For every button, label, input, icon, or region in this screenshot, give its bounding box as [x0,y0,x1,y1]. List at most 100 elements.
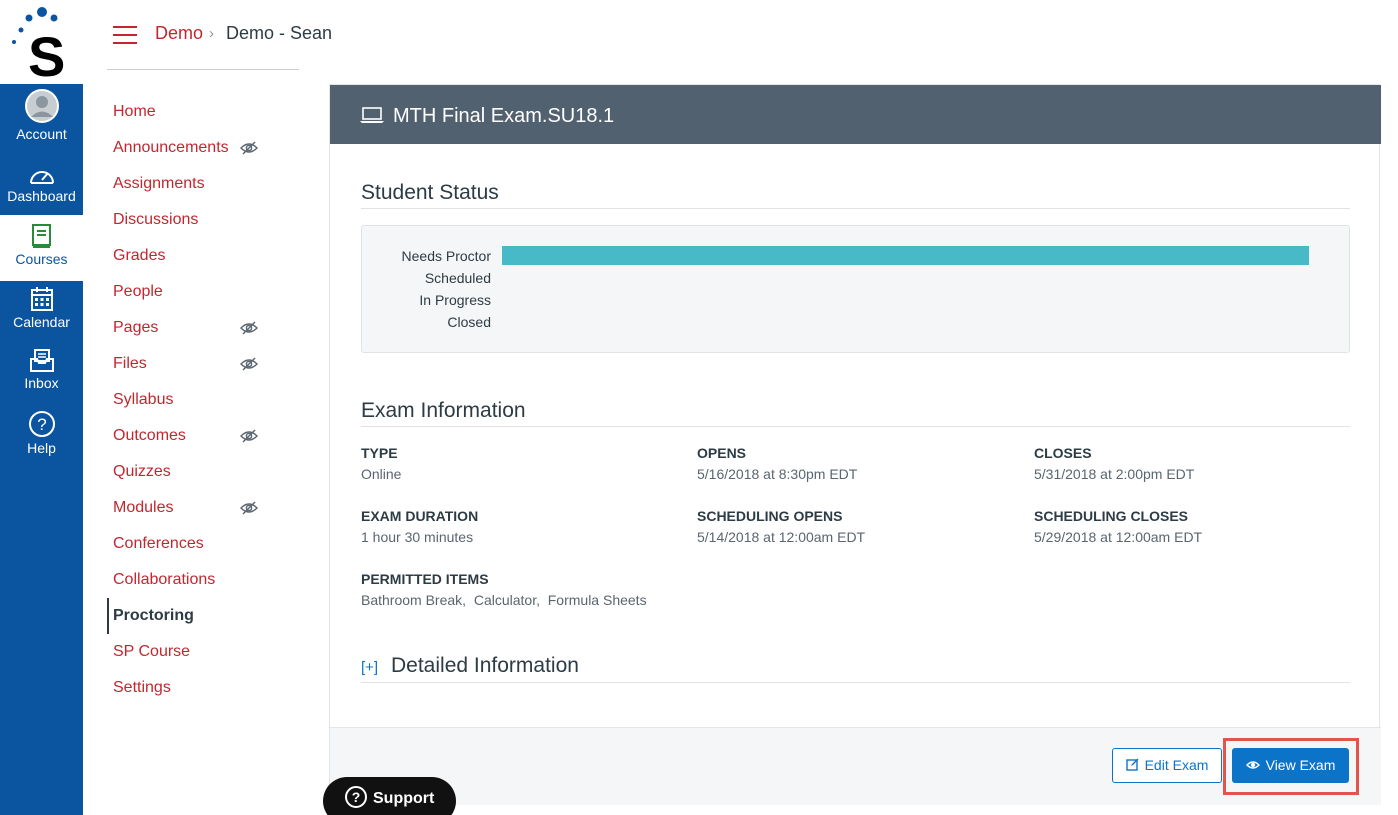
global-nav-courses[interactable]: Courses [0,215,83,281]
section-divider [361,208,1350,209]
exam-card-header: MTH Final Exam.SU18.1 [330,85,1381,144]
info-label-scheduling-closes: SCHEDULING CLOSES [1034,508,1189,524]
status-label-closed: Closed [447,314,491,330]
course-nav-label: Outcomes [113,427,186,444]
info-value-duration: 1 hour 30 minutes [361,529,474,545]
status-label-scheduled: Scheduled [424,270,491,286]
status-bar-track [502,246,1309,265]
course-nav-item-quizzes[interactable]: Quizzes [107,454,267,490]
course-nav-item-conferences[interactable]: Conferences [107,526,267,562]
info-label-opens: OPENS [697,445,747,461]
course-nav-label: People [113,283,163,300]
view-exam-button[interactable]: View Exam [1232,748,1349,783]
course-nav: Home Announcements Assignments Discussio… [107,94,267,706]
calendar-icon [30,287,53,311]
exam-title: MTH Final Exam.SU18.1 [393,105,615,127]
svg-text:S: S [28,25,65,84]
course-nav-label: Home [113,103,156,120]
course-nav-item-home[interactable]: Home [107,94,267,130]
logo[interactable]: S [0,0,83,88]
global-nav-calendar[interactable]: Calendar [0,286,83,348]
course-nav-item-assignments[interactable]: Assignments [107,166,267,202]
edit-icon [1125,758,1139,771]
course-nav-item-outcomes[interactable]: Outcomes [107,418,267,454]
section-divider [361,682,1350,683]
edit-exam-label: Edit Exam [1144,757,1209,773]
dashboard-icon [29,171,54,184]
info-label-type: TYPE [361,445,398,461]
info-value-opens: 5/16/2018 at 8:30pm EDT [697,466,858,482]
info-label-closes: CLOSES [1034,445,1092,461]
detailed-info-heading[interactable]: Detailed Information [391,654,579,678]
course-nav-label: Announcements [113,139,229,156]
course-nav-item-discussions[interactable]: Discussions [107,202,267,238]
course-nav-label: Grades [113,247,166,264]
brand-logo-icon: S [12,7,65,88]
global-nav-label: Courses [15,251,68,267]
course-nav-item-grades[interactable]: Grades [107,238,267,274]
breadcrumb-separator-icon: › [209,25,214,42]
course-nav-item-collaborations[interactable]: Collaborations [107,562,267,598]
course-nav-item-modules[interactable]: Modules [107,490,267,526]
global-nav-inbox[interactable]: Inbox [0,349,83,411]
course-nav-label: SP Course [113,643,191,660]
course-nav-label: Pages [113,319,159,336]
info-value-closes: 5/31/2018 at 2:00pm EDT [1034,466,1195,482]
support-button[interactable]: ? Support [323,777,456,815]
detailed-info-toggle[interactable]: [+] [361,659,378,676]
course-nav-label: Syllabus [113,391,174,408]
view-exam-label: View Exam [1265,757,1336,773]
course-nav-label: Modules [113,499,174,516]
course-nav-item-settings[interactable]: Settings [107,670,267,706]
eye-icon [1245,761,1260,769]
section-divider [361,426,1350,427]
hidden-eye-icon [240,501,258,515]
info-label-scheduling-opens: SCHEDULING OPENS [697,508,843,524]
info-value-type: Online [361,466,402,482]
course-nav-item-people[interactable]: People [107,274,267,310]
info-label-duration: EXAM DURATION [361,508,479,524]
status-bar-needs-proctor [502,246,1309,265]
course-nav-label: Quizzes [113,463,171,480]
course-nav-item-syllabus[interactable]: Syllabus [107,382,267,418]
global-nav-account[interactable]: Account [0,88,83,150]
exam-card: MTH Final Exam.SU18.1 Student Status Nee… [329,84,1381,805]
info-value-scheduling-closes: 5/29/2018 at 12:00am EDT [1034,529,1203,545]
support-label: Support [373,790,435,808]
hamburger-menu-icon[interactable] [113,26,137,44]
global-nav-label: Help [27,440,56,456]
course-nav-item-sp-course[interactable]: SP Course [107,634,267,670]
edit-exam-button[interactable]: Edit Exam [1112,748,1222,783]
breadcrumb-current: Demo - Sean [226,23,333,43]
student-status-chart: Needs Proctor Scheduled In Progress Clos… [361,225,1350,353]
info-value-scheduling-opens: 5/14/2018 at 12:00am EDT [697,529,866,545]
course-nav-item-files[interactable]: Files [107,346,267,382]
courses-icon [31,224,51,248]
student-status-heading: Student Status [361,181,499,204]
hidden-eye-icon [240,357,258,371]
exam-information-heading: Exam Information [361,399,526,422]
info-label-permitted-items: PERMITTED ITEMS [361,571,489,587]
hidden-eye-icon [240,321,258,335]
course-nav-item-announcements[interactable]: Announcements [107,130,267,166]
course-nav-item-proctoring[interactable]: Proctoring [107,598,267,634]
course-nav-label: Assignments [113,175,205,192]
svg-text:?: ? [37,415,46,434]
status-bar-track [502,312,1309,331]
course-nav-label: Proctoring [113,607,194,624]
question-circle-icon: ? [345,786,367,808]
inbox-icon [29,349,54,372]
breadcrumb-course-link[interactable]: Demo [155,23,203,44]
course-nav-label: Conferences [113,535,204,552]
course-nav-label: Collaborations [113,571,216,588]
header-divider [107,69,299,70]
help-icon: ? [28,411,55,437]
status-bar-track [502,290,1309,309]
laptop-icon [360,107,384,123]
global-nav: S Account Dashboard Courses Calendar Inb… [0,0,83,815]
global-nav-help[interactable]: ? Help [0,410,83,472]
status-label-in-progress: In Progress [419,292,491,308]
global-nav-label: Account [16,126,67,142]
course-nav-item-pages[interactable]: Pages [107,310,267,346]
course-nav-label: Discussions [113,211,199,228]
